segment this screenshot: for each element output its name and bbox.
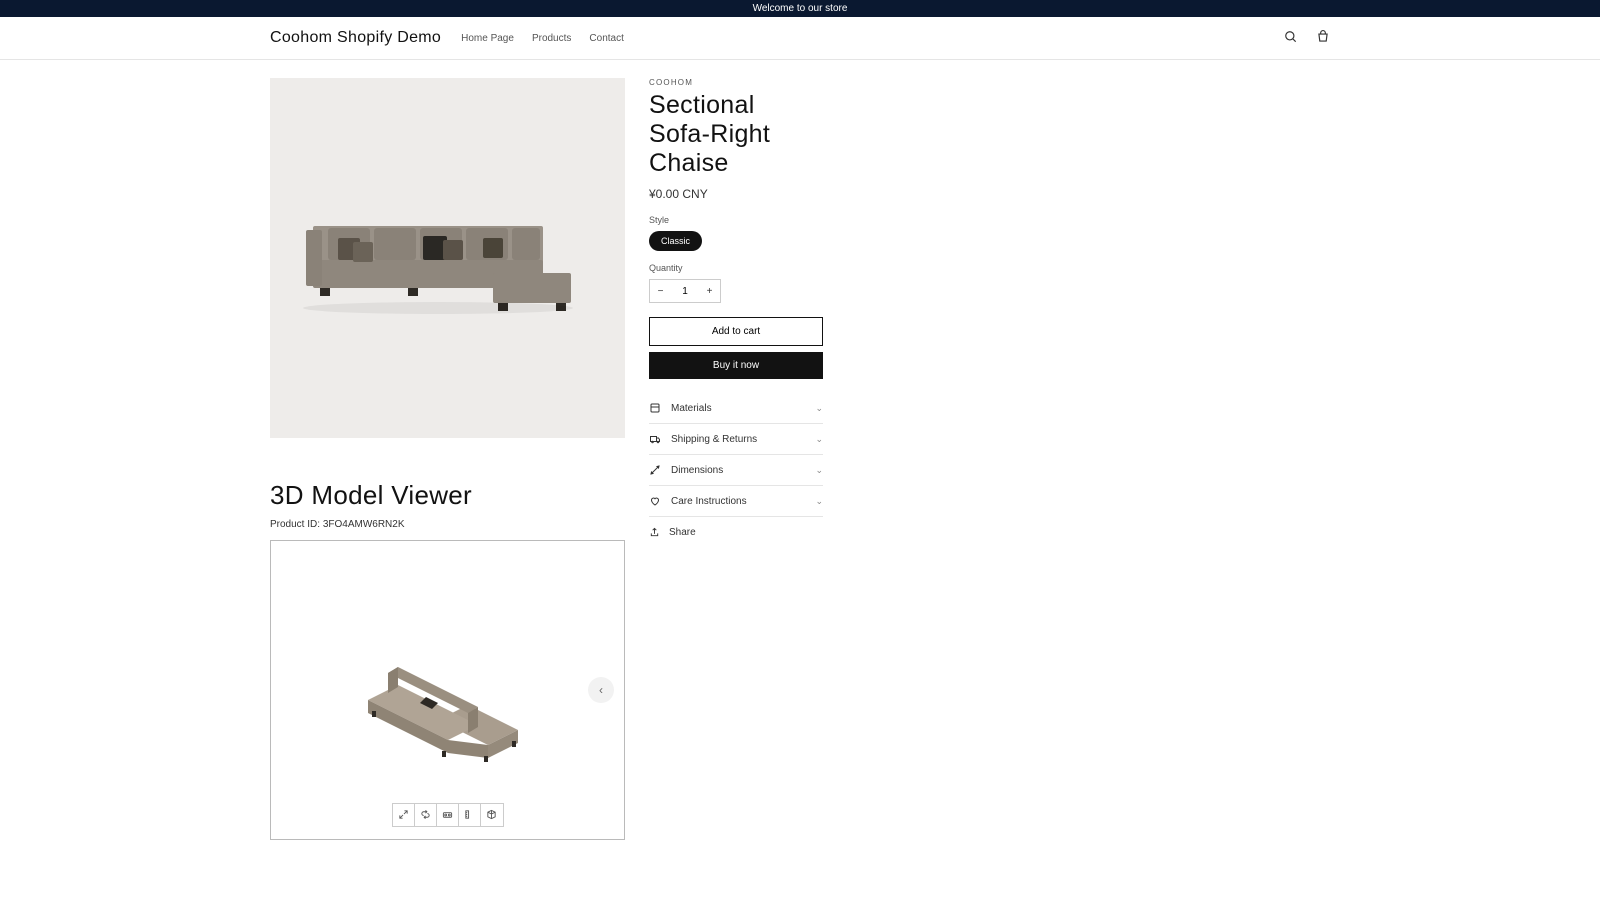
search-button[interactable] [1284,30,1298,47]
accordion-shipping-label: Shipping & Returns [671,434,815,445]
product-main-image[interactable] [270,78,625,438]
chevron-down-icon: ⌄ [815,496,823,507]
viewer-ar-button[interactable] [481,804,503,826]
viewer-prev-button[interactable]: ‹ [588,677,614,703]
quantity-input[interactable] [671,280,699,302]
chevron-down-icon: ⌄ [815,403,823,414]
product-id-row: Product ID: 3FO4AMW6RN2K [270,519,625,530]
share-label: Share [669,527,696,538]
quantity-decrease-button[interactable]: − [650,280,671,302]
vendor-label: COOHOM [649,78,823,87]
viewer-vr-button[interactable] [437,804,459,826]
add-to-cart-button[interactable]: Add to cart [649,317,823,346]
chevron-left-icon: ‹ [599,683,603,697]
main-nav: Home Page Products Contact [461,33,1284,44]
cart-button[interactable] [1316,30,1330,47]
materials-icon [649,402,663,414]
store-logo[interactable]: Coohom Shopify Demo [270,29,441,47]
accordion-care[interactable]: Care Instructions ⌄ [649,486,823,517]
nav-home-page[interactable]: Home Page [461,33,514,44]
accordion-dimensions[interactable]: Dimensions ⌄ [649,455,823,486]
ar-icon [486,808,497,823]
nav-products[interactable]: Products [532,33,571,44]
model-viewer[interactable]: ‹ [270,540,625,840]
viewer-ruler-button[interactable] [459,804,481,826]
quantity-increase-button[interactable]: + [699,280,720,302]
product-id-label: Product ID: [270,519,323,530]
viewer-rotate-button[interactable] [415,804,437,826]
viewer-expand-button[interactable] [393,804,415,826]
quantity-label: Quantity [649,263,823,273]
chevron-down-icon: ⌄ [815,434,823,445]
style-label: Style [649,215,823,225]
cart-icon [1316,30,1330,47]
rotate-icon [420,808,431,823]
quantity-stepper: − + [649,279,721,303]
announcement-bar: Welcome to our store [0,0,1600,17]
chevron-down-icon: ⌄ [815,465,823,476]
style-option-classic[interactable]: Classic [649,231,702,251]
expand-icon [398,808,409,823]
buy-now-button[interactable]: Buy it now [649,352,823,379]
care-icon [649,495,663,507]
accordion-dimensions-label: Dimensions [671,465,815,476]
accordion-shipping[interactable]: Shipping & Returns ⌄ [649,424,823,455]
product-title: Sectional Sofa-Right Chaise [649,91,823,177]
ruler-icon [464,808,475,823]
vr-icon [442,808,453,823]
header: Coohom Shopify Demo Home Page Products C… [0,17,1600,60]
viewer-heading: 3D Model Viewer [270,480,625,511]
product-price: ¥0.00 CNY [649,187,823,201]
sofa-illustration [288,178,608,338]
product-id-value: 3FO4AMW6RN2K [323,519,405,530]
dimensions-icon [649,464,663,476]
accordion-materials-label: Materials [671,403,815,414]
announcement-text: Welcome to our store [753,3,848,14]
plus-icon: + [707,286,713,297]
search-icon [1284,30,1298,47]
accordion-materials[interactable]: Materials ⌄ [649,393,823,424]
shipping-icon [649,433,663,445]
nav-contact[interactable]: Contact [589,33,623,44]
viewer-toolbar [392,803,504,827]
sofa-3d-illustration [348,605,548,775]
share-icon [649,527,663,538]
minus-icon: − [658,286,664,297]
share-button[interactable]: Share [649,517,823,548]
accordion-care-label: Care Instructions [671,496,815,507]
